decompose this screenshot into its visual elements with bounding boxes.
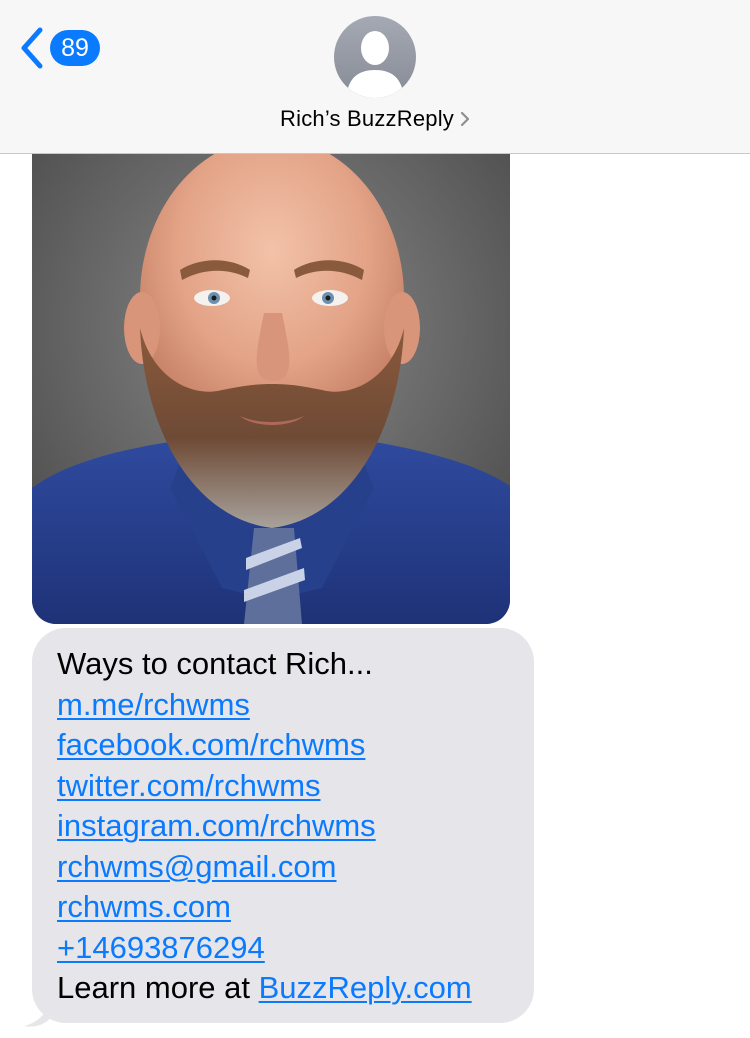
phone-link[interactable]: +14693876294 bbox=[57, 930, 265, 965]
buzzreply-link[interactable]: BuzzReply.com bbox=[259, 970, 472, 1005]
conversation-screen: 89 Rich’s BuzzReply Ways to contact Rich… bbox=[0, 0, 750, 1038]
photo-message[interactable] bbox=[32, 128, 510, 624]
email-link[interactable]: rchwms@gmail.com bbox=[57, 849, 337, 884]
message-footer: Learn more at BuzzReply.com bbox=[57, 968, 512, 1009]
back-button[interactable]: 89 bbox=[18, 24, 100, 72]
contact-details-button[interactable]: Rich’s BuzzReply bbox=[0, 106, 750, 132]
chevron-left-icon bbox=[21, 27, 43, 69]
twitter-link[interactable]: twitter.com/rchwms bbox=[57, 768, 321, 803]
person-silhouette-icon bbox=[346, 31, 404, 98]
messenger-link[interactable]: m.me/rchwms bbox=[57, 687, 250, 722]
facebook-link[interactable]: facebook.com/rchwms bbox=[57, 727, 365, 762]
unread-count-badge: 89 bbox=[50, 30, 100, 66]
chevron-right-icon bbox=[460, 111, 470, 127]
message-intro: Ways to contact Rich... bbox=[57, 646, 373, 681]
footer-prefix: Learn more at bbox=[57, 970, 259, 1005]
conversation-header: 89 Rich’s BuzzReply bbox=[0, 0, 750, 154]
website-link[interactable]: rchwms.com bbox=[57, 889, 231, 924]
contact-avatar[interactable] bbox=[334, 16, 416, 98]
instagram-link[interactable]: instagram.com/rchwms bbox=[57, 808, 376, 843]
contact-name: Rich’s BuzzReply bbox=[280, 106, 454, 131]
portrait-photo bbox=[32, 128, 510, 624]
text-message-bubble[interactable]: Ways to contact Rich... m.me/rchwms face… bbox=[32, 628, 534, 1023]
